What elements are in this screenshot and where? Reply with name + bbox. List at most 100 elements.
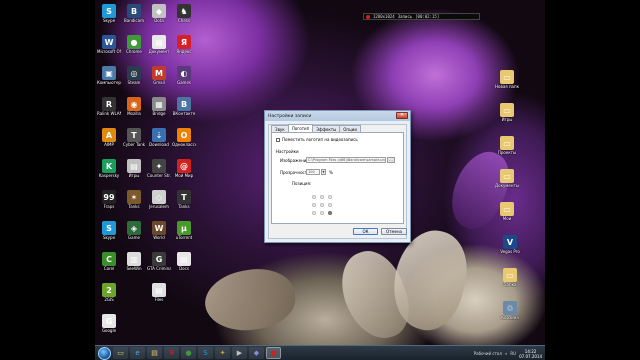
- desktop-icon[interactable]: M Gmail: [147, 66, 171, 85]
- ie-icon[interactable]: e: [130, 347, 145, 359]
- desktop-icon[interactable]: ◎ Steam: [122, 66, 146, 85]
- desktop-icon[interactable]: G Google: [97, 314, 121, 333]
- position-option[interactable]: [320, 203, 324, 207]
- position-option[interactable]: [312, 195, 316, 199]
- tab-sound[interactable]: Звук: [271, 125, 289, 132]
- desktop-icon[interactable]: ◉ Mozilla: [122, 97, 146, 116]
- app-icon: ▭: [500, 169, 514, 183]
- desktop-icon[interactable]: 2 2GIS: [97, 283, 121, 302]
- desktop-icon[interactable]: ▭ Мои: [495, 202, 519, 221]
- ok-button[interactable]: ОК: [353, 228, 378, 235]
- logo-checkbox-row[interactable]: Поместить логотип на видеозапись: [276, 137, 358, 142]
- clock[interactable]: 14:22 07.07.2014: [519, 349, 542, 359]
- desktop-icon[interactable]: A AIMP: [97, 128, 121, 147]
- system-tray: Рабочий стол « RU 14:22 07.07.2014: [474, 347, 542, 360]
- opacity-spinner[interactable]: ▾: [321, 169, 326, 175]
- folder-icon[interactable]: ▤: [147, 347, 162, 359]
- tanks-icon[interactable]: ✦: [215, 347, 230, 359]
- desktop-icon[interactable]: µ uTorrent: [172, 221, 196, 240]
- position-option[interactable]: [312, 203, 316, 207]
- position-option[interactable]: [328, 211, 332, 215]
- position-option[interactable]: [320, 211, 324, 215]
- image-row: Изображение: C:\Program Files (x86)\Band…: [280, 157, 395, 163]
- desktop-icon[interactable]: ◈ Game: [122, 221, 146, 240]
- desktop-icon[interactable]: G GTA Criminal: [147, 252, 171, 271]
- desktop-icon[interactable]: WMicrosoft Office: [97, 35, 121, 54]
- desktop-icon[interactable]: @ Мой Мир: [172, 159, 196, 178]
- desktop-icon[interactable]: ▭ Новая папка: [495, 70, 519, 89]
- desktop-icon[interactable]: В ВКонтакте: [172, 97, 196, 116]
- desktop-icon-label: Мои: [502, 216, 512, 221]
- desktop-icon-label: Игры: [128, 173, 140, 178]
- desktop-icon[interactable]: 99 Fraps: [97, 190, 121, 209]
- position-option[interactable]: [320, 195, 324, 199]
- desktop-icon[interactable]: ▣ Компьютер: [97, 66, 121, 85]
- app-icon: G: [152, 252, 166, 266]
- desktop-icon[interactable]: ✶ Tanks: [122, 190, 146, 209]
- app-icon: ♲: [503, 301, 517, 315]
- tab-logo[interactable]: Логотип: [287, 124, 314, 132]
- desktop-icon[interactable]: ◇ Jerusalem: [147, 190, 171, 209]
- desktop-icon[interactable]: ▤ Docs: [172, 252, 196, 271]
- desktop-icon[interactable]: W World: [147, 221, 171, 240]
- app-icon: ▭: [500, 103, 514, 117]
- tray-expand[interactable]: «: [505, 351, 507, 356]
- image-path-field[interactable]: C:\Program Files (x86)\Bandicam\sample.p…: [306, 157, 386, 163]
- cancel-button[interactable]: Отмена: [381, 228, 407, 235]
- taskbar: ▭ e ▤ Я ● S ✦ ▶ ◆ ● Рабочий стол « RU 14:22 07.07…: [95, 345, 545, 360]
- chrome-icon[interactable]: ●: [181, 347, 196, 359]
- desktop-icon[interactable]: ✦ Counter Str.: [147, 159, 171, 178]
- tray-lang[interactable]: RU: [510, 351, 516, 356]
- start-button[interactable]: [98, 346, 111, 360]
- media-icon[interactable]: ▶: [232, 347, 247, 359]
- desktop-icon[interactable]: B Bandicam: [122, 4, 146, 23]
- tab-effects[interactable]: Эффекты: [312, 125, 341, 132]
- desktop-icon[interactable]: ◆ Dota: [147, 4, 171, 23]
- desktop-icon[interactable]: V Vegas Pro: [498, 235, 522, 254]
- desktop-icon[interactable]: ▥ SeeWin: [122, 252, 146, 271]
- desktop-icon[interactable]: ▭ Игры: [495, 103, 519, 122]
- desktop-icon[interactable]: ▤ Документ: [147, 35, 171, 54]
- desktop-icon[interactable]: ♲ Корзина: [498, 301, 522, 320]
- opacity-field[interactable]: 100: [306, 169, 320, 175]
- desktop-icon[interactable]: S Skype: [97, 4, 121, 23]
- desktop-icon[interactable]: K Kaspersky: [97, 159, 121, 178]
- desktop-icon[interactable]: ● Chrome: [122, 35, 146, 54]
- desktop-icon[interactable]: ▭ Папка: [498, 268, 522, 287]
- skype-icon[interactable]: S: [198, 347, 213, 359]
- app-icon[interactable]: ◆: [249, 347, 264, 359]
- desktop-icon[interactable]: Я Яндекс: [172, 35, 196, 54]
- app-icon: ▭: [503, 268, 517, 282]
- desktop-icon[interactable]: R Ralink WLAN: [97, 97, 121, 116]
- position-option[interactable]: [312, 211, 316, 215]
- desktop-icon[interactable]: ▭ Документы: [495, 169, 519, 188]
- desktop-icon[interactable]: ▤ Игры: [122, 159, 146, 178]
- desktop-icon-label: Skype: [102, 235, 116, 240]
- desktop-icon[interactable]: T Cyber Tank: [122, 128, 146, 147]
- desktop-icon[interactable]: C Corel: [97, 252, 121, 271]
- desktop-icon[interactable]: S Skype: [97, 221, 121, 240]
- desktop-icon[interactable]: ▭ Проекты: [495, 136, 519, 155]
- close-button[interactable]: ✕: [396, 112, 408, 119]
- bandicam-icon[interactable]: ●: [266, 347, 281, 359]
- desktop-icon[interactable]: ⇣ Download: [147, 128, 171, 147]
- logo-checkbox[interactable]: [276, 137, 280, 142]
- desktop-icon[interactable]: ООдноклассники: [172, 128, 196, 147]
- position-option[interactable]: [328, 195, 332, 199]
- desktop-icon[interactable]: T Tanks: [172, 190, 196, 209]
- position-option[interactable]: [328, 203, 332, 207]
- desktop-icon[interactable]: ♞ Chess: [172, 4, 196, 23]
- desktop-icon[interactable]: ◐ Games: [172, 66, 196, 85]
- tab-options[interactable]: Опции: [339, 125, 361, 132]
- desktop-icon-label: Документы: [495, 183, 519, 188]
- browse-button[interactable]: ...: [387, 157, 395, 163]
- app-icon: ●: [127, 35, 141, 49]
- desktop-icon[interactable]: ▦ Bridge: [147, 97, 171, 116]
- desktop-icon[interactable]: ▤ Files: [147, 283, 171, 302]
- dialog-titlebar[interactable]: Настройки записи ✕: [265, 111, 410, 121]
- explorer-icon[interactable]: ▭: [113, 347, 128, 359]
- tray-desktop-label[interactable]: Рабочий стол: [474, 351, 502, 356]
- app-icon: Я: [177, 35, 191, 49]
- yandex-icon[interactable]: Я: [164, 347, 179, 359]
- desktop-icon-label: Игры: [501, 117, 513, 122]
